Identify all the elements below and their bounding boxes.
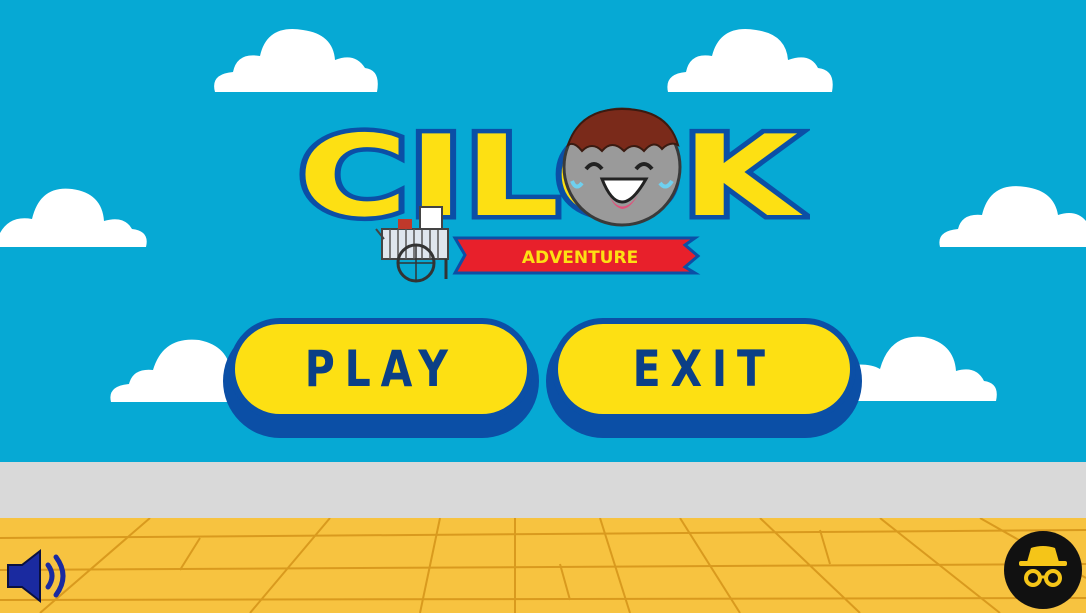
tiled-floor xyxy=(0,518,1086,613)
incognito-button[interactable] xyxy=(1003,530,1083,610)
exit-button[interactable]: EXIT xyxy=(546,318,862,438)
subtitle-text: ADVENTURE xyxy=(522,248,638,268)
incognito-icon xyxy=(1004,531,1082,609)
cloud xyxy=(214,29,378,92)
cloud xyxy=(939,186,1086,247)
cilok-ball-character xyxy=(562,107,682,227)
sound-toggle-button[interactable] xyxy=(4,545,78,607)
speaker-volume-icon xyxy=(7,548,66,604)
game-menu-scene: CILOK ADVENTURE PLAY EXIT xyxy=(0,0,1086,613)
game-logo: CILOK ADVENTURE xyxy=(290,105,810,290)
exit-button-label: EXIT xyxy=(632,340,776,398)
cloud xyxy=(0,188,147,247)
adventure-ribbon: ADVENTURE xyxy=(452,236,701,275)
cloud xyxy=(667,29,833,92)
play-button[interactable]: PLAY xyxy=(223,318,539,438)
wall-strip xyxy=(0,462,1086,518)
play-button-face: PLAY xyxy=(229,318,533,420)
exit-button-face: EXIT xyxy=(552,318,856,420)
cloud xyxy=(850,336,997,401)
play-button-label: PLAY xyxy=(304,340,458,398)
title-text: CILOK xyxy=(298,112,804,242)
